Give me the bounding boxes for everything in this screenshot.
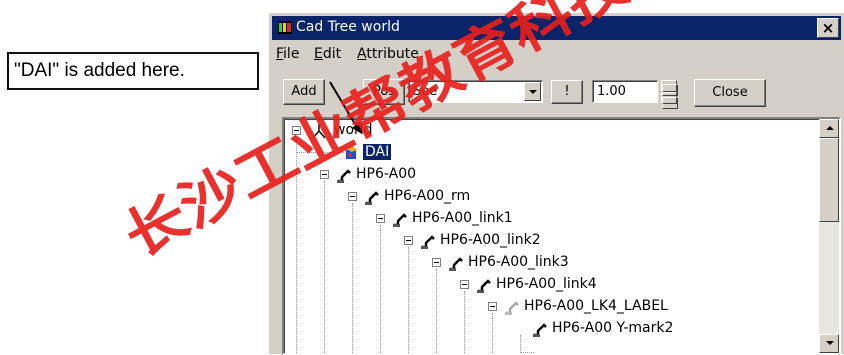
close-icon[interactable]: ×	[817, 18, 839, 38]
world-axes-icon	[312, 124, 326, 139]
tree-item-label-selected: DAI	[361, 143, 393, 161]
see-dropdown[interactable]: See	[408, 80, 543, 103]
tree-item-label: HP6-A00	[356, 166, 417, 182]
bang-button[interactable]: !	[551, 80, 583, 104]
pos-button[interactable]: Pos	[363, 79, 405, 105]
chevron-down-icon[interactable]	[524, 82, 541, 101]
vertical-scrollbar[interactable]	[819, 119, 839, 353]
callout-box: "DAI" is added here.	[7, 52, 259, 90]
robot-arm-icon	[477, 279, 491, 293]
menu-file[interactable]: File	[276, 46, 299, 62]
menu-edit[interactable]: Edit	[314, 46, 341, 62]
scroll-thumb[interactable]	[819, 138, 839, 222]
tree-item-label: HP6-A00_rm	[384, 188, 471, 204]
collapse-icon[interactable]	[460, 280, 469, 289]
cad-tree-window: Cad Tree world × File Edit Attribute Add…	[268, 12, 844, 355]
collapse-icon[interactable]	[348, 192, 357, 201]
robot-arm-icon	[533, 323, 547, 337]
dai-part-icon	[346, 146, 357, 159]
collapse-icon[interactable]	[488, 302, 497, 311]
add-button[interactable]: Add	[283, 79, 325, 105]
menu-file-accel: F	[276, 46, 284, 62]
robot-arm-icon	[365, 191, 379, 205]
tree-item-label: HP6-A00_link2	[440, 232, 541, 248]
tree-view[interactable]: world DAI HP6-A00 HP6-A00_rm HP6-A00_lin…	[282, 117, 841, 355]
menu-attribute-accel: A	[357, 46, 367, 62]
toolbar: Add Pos See ! 1.00 Close	[272, 68, 841, 109]
robot-arm-icon	[337, 169, 351, 183]
collapse-icon[interactable]	[432, 258, 441, 267]
collapse-icon[interactable]	[292, 126, 301, 135]
menu-file-label: ile	[283, 46, 300, 62]
menu-bar: File Edit Attribute	[272, 43, 841, 65]
robot-arm-icon	[393, 213, 407, 227]
scroll-up-icon[interactable]	[819, 119, 839, 138]
menu-attribute[interactable]: Attribute	[357, 46, 419, 62]
tree-item-label: HP6-A00_LK4_LABEL	[524, 298, 668, 314]
menu-edit-label: dit	[322, 46, 342, 62]
window-title: Cad Tree world	[296, 19, 400, 35]
robot-arm-icon	[421, 235, 435, 249]
title-bar[interactable]: Cad Tree world ×	[272, 16, 841, 40]
spin-down-icon[interactable]	[661, 92, 678, 109]
app-icon	[278, 21, 292, 34]
scale-input-value: 1.00	[597, 84, 626, 99]
see-dropdown-value: See	[413, 84, 438, 99]
menu-attribute-label: ttribute	[366, 46, 419, 62]
tree-item-label: HP6-A00_link1	[412, 210, 513, 226]
collapse-icon[interactable]	[320, 170, 329, 179]
collapse-icon[interactable]	[404, 236, 413, 245]
tree-item-label: HP6-A00 Y-mark2	[552, 320, 674, 336]
scroll-down-icon[interactable]	[819, 334, 839, 353]
scale-input[interactable]: 1.00	[592, 80, 658, 103]
callout-text: "DAI" is added here.	[14, 60, 185, 81]
robot-arm-icon	[449, 257, 463, 271]
robot-arm-grey-icon	[505, 301, 519, 315]
close-button[interactable]: Close	[694, 79, 766, 107]
spin-up-icon[interactable]	[661, 80, 678, 96]
menu-edit-accel: E	[314, 46, 323, 62]
tree-item-label: HP6-A00_link4	[496, 276, 597, 292]
tree-item-label: HP6-A00_link3	[468, 254, 569, 270]
tree-item-label: world	[334, 122, 373, 138]
scale-spinner[interactable]	[661, 80, 678, 109]
collapse-icon[interactable]	[376, 214, 385, 223]
